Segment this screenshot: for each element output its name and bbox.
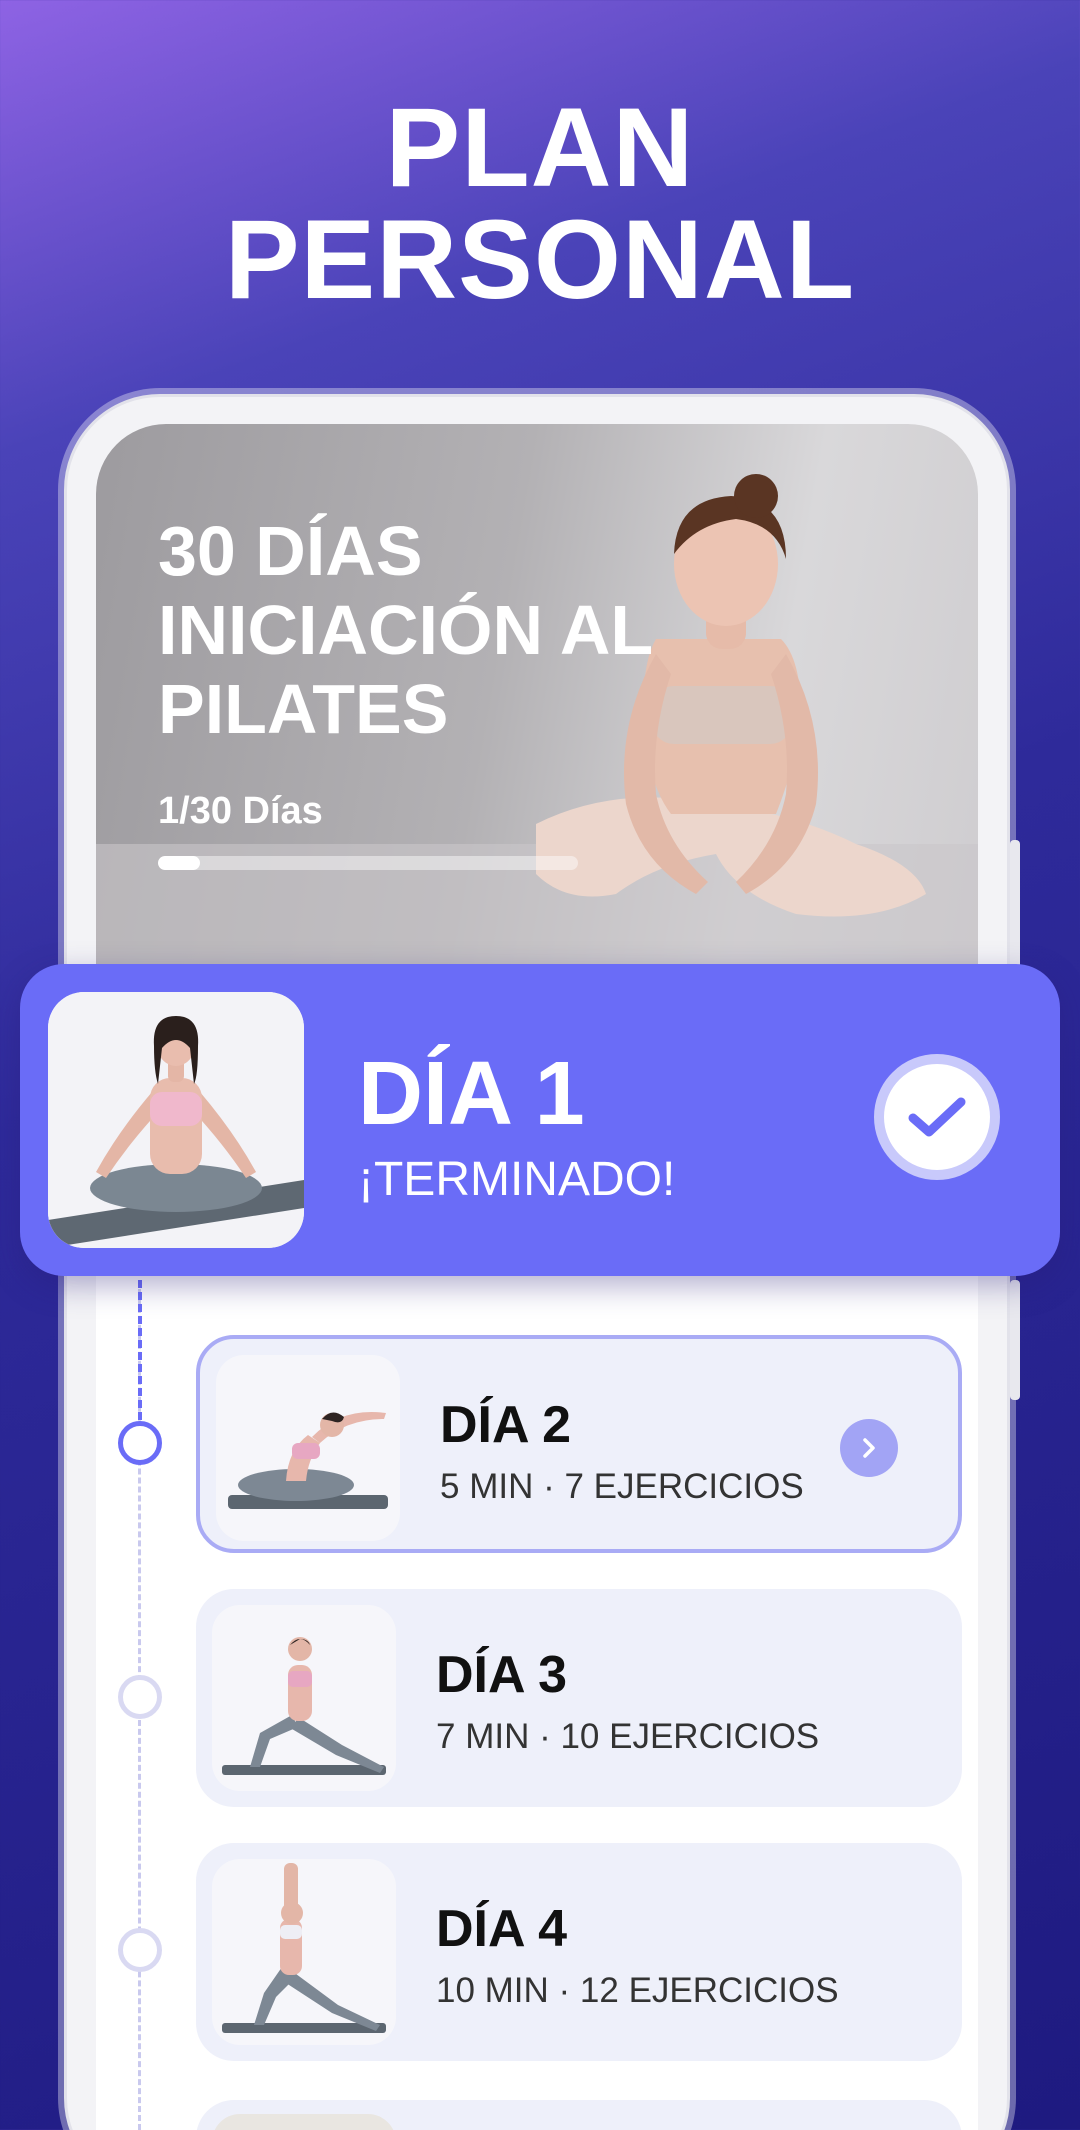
timeline-line-active <box>138 1280 142 1420</box>
back-leg-shape <box>292 1717 384 1773</box>
yoga-mat-shape <box>222 1765 386 1775</box>
day-2-meta: 5 MIN · 7 EJERCICIOS <box>440 1467 804 1506</box>
top-shape <box>288 1671 312 1687</box>
top-shape <box>280 1925 302 1939</box>
checkmark-icon <box>874 1054 1000 1180</box>
lunge-pose-image <box>222 1637 386 1775</box>
program-title-line-1: 30 DÍAS <box>158 512 423 590</box>
phone-side-button <box>1010 1280 1020 1400</box>
day-4-meta: 10 MIN · 12 EJERCICIOS <box>436 1971 839 2010</box>
back-leg-shape <box>286 1971 380 2031</box>
day-1-title: DÍA 1 <box>358 1044 585 1144</box>
day-1-thumbnail <box>48 992 304 1248</box>
progress-bar-fill <box>158 856 200 870</box>
program-hero-banner[interactable]: 30 DÍAS INICIACIÓN AL PILATES 1/30 Días <box>96 424 978 964</box>
top-shape <box>292 1443 320 1459</box>
meditation-pose-image <box>48 992 304 1248</box>
day-2-thumbnail <box>216 1355 400 1541</box>
day-card-4[interactable]: DÍA 4 10 MIN · 12 EJERCICIOS <box>196 1843 962 2061</box>
front-leg-shape <box>250 1715 298 1767</box>
head-shape <box>288 1637 312 1661</box>
head-shape <box>281 1902 303 1924</box>
program-title-line-3: PILATES <box>158 670 449 748</box>
day-4-thumbnail <box>212 1859 396 2045</box>
headline: PLAN PERSONAL <box>0 92 1080 316</box>
day-3-title: DÍA 3 <box>436 1646 567 1704</box>
day-2-title: DÍA 2 <box>440 1396 571 1454</box>
top-shape <box>150 1092 202 1126</box>
headline-line-2: PERSONAL <box>224 197 856 322</box>
timeline-dot-day-4 <box>118 1928 162 1972</box>
day-3-thumbnail <box>212 1605 396 1791</box>
day-card-3[interactable]: DÍA 3 7 MIN · 10 EJERCICIOS <box>196 1589 962 1807</box>
warrior-pose-image <box>222 1863 386 2033</box>
headline-line-1: PLAN <box>385 85 695 210</box>
side-stretch-pose-image <box>228 1412 388 1509</box>
day-card-2[interactable]: DÍA 2 5 MIN · 7 EJERCICIOS <box>196 1335 962 1553</box>
progress-label: 1/30 Días <box>158 790 323 832</box>
chevron-right-icon[interactable] <box>840 1419 898 1477</box>
day-card-5-partial[interactable] <box>196 2100 962 2130</box>
timeline-dot-day-2 <box>118 1421 162 1465</box>
program-title: 30 DÍAS INICIACIÓN AL PILATES <box>158 512 718 749</box>
day-1-completed-banner[interactable]: DÍA 1 ¡TERMINADO! <box>20 964 1060 1276</box>
day-5-thumbnail <box>212 2114 396 2130</box>
timeline-dot-day-3 <box>118 1675 162 1719</box>
hair-bun-shape <box>734 474 778 518</box>
phone-side-button <box>1010 840 1020 970</box>
progress-bar <box>158 856 578 870</box>
program-title-line-2: INICIACIÓN AL <box>158 591 654 669</box>
day-4-title: DÍA 4 <box>436 1900 567 1958</box>
day-1-status: ¡TERMINADO! <box>358 1153 676 1206</box>
day-3-meta: 7 MIN · 10 EJERCICIOS <box>436 1717 820 1756</box>
